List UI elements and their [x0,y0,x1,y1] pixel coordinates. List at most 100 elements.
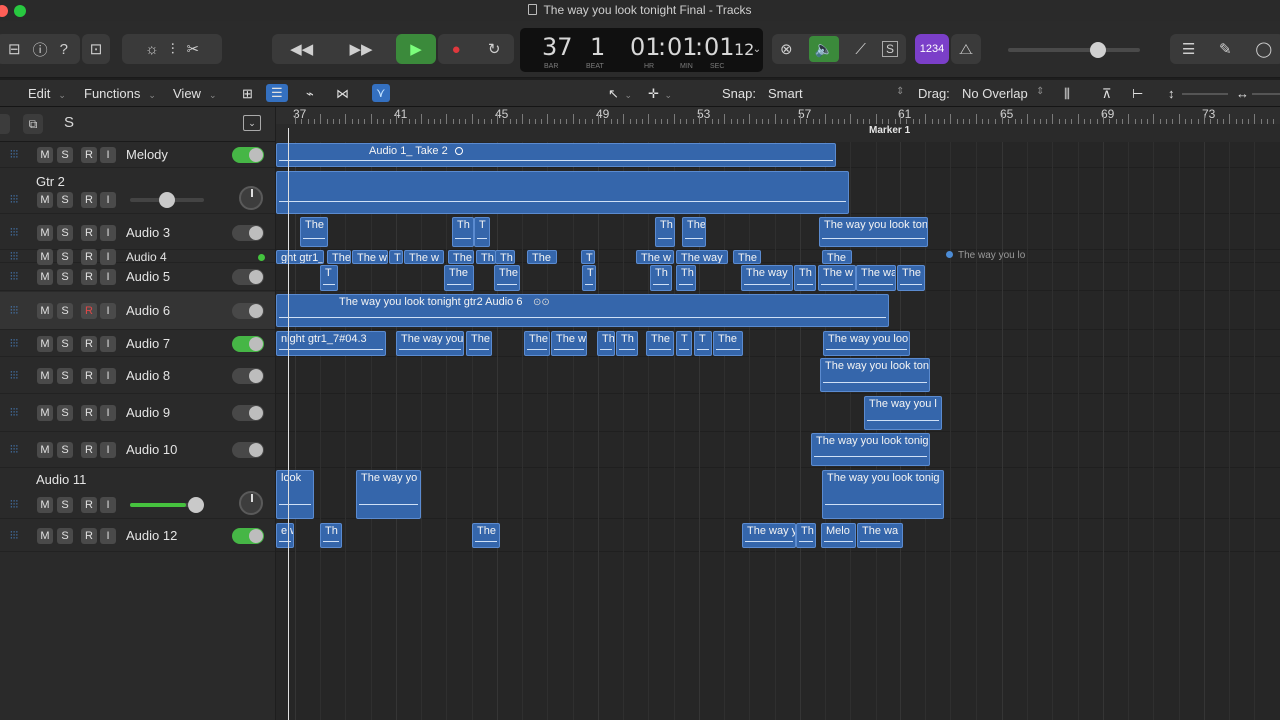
lcd-menu-chevron[interactable]: ⌄ [750,34,764,64]
input-monitor-button[interactable]: I [100,527,116,544]
library-icon[interactable]: ⊟ [8,40,21,58]
track-name[interactable]: Audio 10 [126,442,177,457]
track-name[interactable]: Gtr 2 [36,174,65,189]
bar-ruler[interactable]: Marker 1 37 41 45 49 53 57 61 65 69 73 [276,107,1280,142]
audio-region[interactable]: The way you look tonig [811,433,930,466]
close-window-button[interactable] [0,5,8,17]
audio-region[interactable]: The [822,250,852,264]
track-header-row[interactable]: ⫶⫶⫶ M S R I Audio 11 [0,468,275,519]
catch-icon[interactable]: ⋎ [372,84,390,102]
pointer-tool-icon[interactable]: ↖ ⌄ [608,86,632,102]
track-header-row[interactable]: ⫶⫶⫶ M S R I Audio 10 [0,432,275,468]
mute-button[interactable]: M [37,527,53,544]
audio-region[interactable] [276,171,849,214]
record-enable-button[interactable]: R [81,269,97,285]
audio-region[interactable]: The w [636,250,674,264]
track-on-off-toggle[interactable] [232,442,264,458]
duplicate-track-icon[interactable]: ⧉ [23,114,43,134]
track-on-off-toggle[interactable] [232,335,264,352]
audio-region[interactable]: T [676,331,692,356]
help-icon[interactable]: ? [60,41,68,58]
mute-button[interactable]: M [37,367,53,384]
inspector-icon[interactable]: ⓘ [33,39,48,60]
track-header-row[interactable]: ⫶⫶⫶ M S R I Audio 4 [0,248,275,265]
audio-region[interactable]: night gtr1_7#04.3 [276,331,386,356]
pan-knob[interactable] [239,491,263,515]
track-name[interactable]: Audio 11 [36,472,86,487]
fast-forward-icon[interactable]: ▶▶ [349,40,372,58]
track-header-row[interactable]: ⫶⫶⫶ M S R I Audio 12 [0,519,275,552]
input-monitor-button[interactable]: I [100,269,116,285]
record-enable-button[interactable]: R [81,405,97,421]
flex-icon[interactable]: ⋈ [336,86,349,102]
edit-menu[interactable]: Edit ⌄ [28,86,66,101]
record-enable-button[interactable]: R [81,225,97,241]
input-monitor-button[interactable]: I [100,335,116,352]
mute-button[interactable]: M [37,405,53,421]
list-editors-icon[interactable]: ☰ [1182,40,1195,58]
snap-chevron-icon[interactable]: ⇕ [896,86,904,97]
vertical-zoom-icon[interactable]: ↕ [1168,86,1175,101]
track-header-row[interactable]: ⫶⫶⫶ M S R I Audio 6 [0,292,275,330]
audio-region[interactable]: The [472,523,500,548]
audio-region[interactable]: T [474,217,490,247]
replace-icon[interactable]: ⊗ [780,40,793,58]
snap-select[interactable]: Smart [768,86,803,101]
audio-region[interactable]: Th [597,331,615,356]
audio-region[interactable]: The way you look ton [820,358,930,392]
muted-region[interactable]: The way you lo [946,250,1025,264]
solo-mode-icon[interactable]: S [881,41,898,57]
zoom-window-button[interactable] [14,5,26,17]
input-monitor-button[interactable]: I [100,147,116,163]
audio-region[interactable]: The [897,265,925,291]
track-header-row[interactable]: ⫶⫶⫶ M S R I Melody [0,142,275,168]
audio-region[interactable]: T [581,250,595,264]
audio-region[interactable]: The way you look tonight gtr2 Audio 6 ⊙⊙ [276,294,889,327]
audio-region[interactable]: The [713,331,743,356]
mute-button[interactable]: M [37,303,53,319]
audio-region[interactable]: The way you loo [823,331,910,356]
audio-region[interactable]: The [494,265,520,291]
track-lane[interactable] [276,357,1280,394]
track-volume-fader[interactable] [130,192,204,208]
track-name[interactable]: Audio 3 [126,225,170,240]
vertical-zoom-slider[interactable] [1182,93,1228,95]
audio-region[interactable]: Th [650,265,672,291]
audio-region[interactable]: The [300,217,328,247]
audio-region[interactable]: The [524,331,550,356]
audio-region[interactable]: Melo [821,523,856,548]
audio-region[interactable]: The wa [857,523,903,548]
editors-icon[interactable]: ✂ [186,40,199,58]
input-monitor-button[interactable]: I [100,303,116,319]
audio-region[interactable]: T [582,265,596,291]
record-enable-button[interactable]: R [81,147,97,163]
view-menu[interactable]: View ⌄ [173,86,217,101]
play-button[interactable]: ▶ [396,34,436,64]
mute-button[interactable]: M [37,442,53,458]
mute-button[interactable]: M [37,147,53,163]
audio-region[interactable]: Th [616,331,638,356]
track-on-off-toggle[interactable] [232,147,264,163]
solo-button[interactable]: S [57,497,73,513]
audio-region[interactable]: Th [452,217,474,247]
solo-button[interactable]: S [57,269,73,285]
track-on-off-toggle[interactable] [232,527,264,544]
audio-region[interactable]: ght gtr1_ [276,250,324,264]
cycle-icon[interactable]: ↻ [488,40,501,58]
collapse-icon[interactable]: ⌄ [243,115,261,131]
solo-button[interactable]: S [57,527,73,544]
audio-region[interactable]: The w [818,265,856,291]
input-monitor-button[interactable]: I [100,497,116,513]
input-monitor-button[interactable]: I [100,405,116,421]
automation-icon[interactable]: ⌁ [306,86,314,102]
audio-region[interactable]: The [448,250,474,264]
waveform-zoom-icon[interactable]: ⫼ [1064,86,1070,102]
track-name[interactable]: Audio 9 [126,405,170,420]
new-track-button[interactable] [0,114,10,134]
solo-button[interactable]: S [57,367,73,384]
lcd-display[interactable]: 37 1 01 : 01 : 01 12 BAR BEAT HR MIN SEC [520,28,763,72]
mute-button[interactable]: M [37,225,53,241]
track-lane[interactable] [276,468,1280,519]
input-monitor-button[interactable]: I [100,442,116,458]
audio-region[interactable]: The way y [742,523,796,548]
